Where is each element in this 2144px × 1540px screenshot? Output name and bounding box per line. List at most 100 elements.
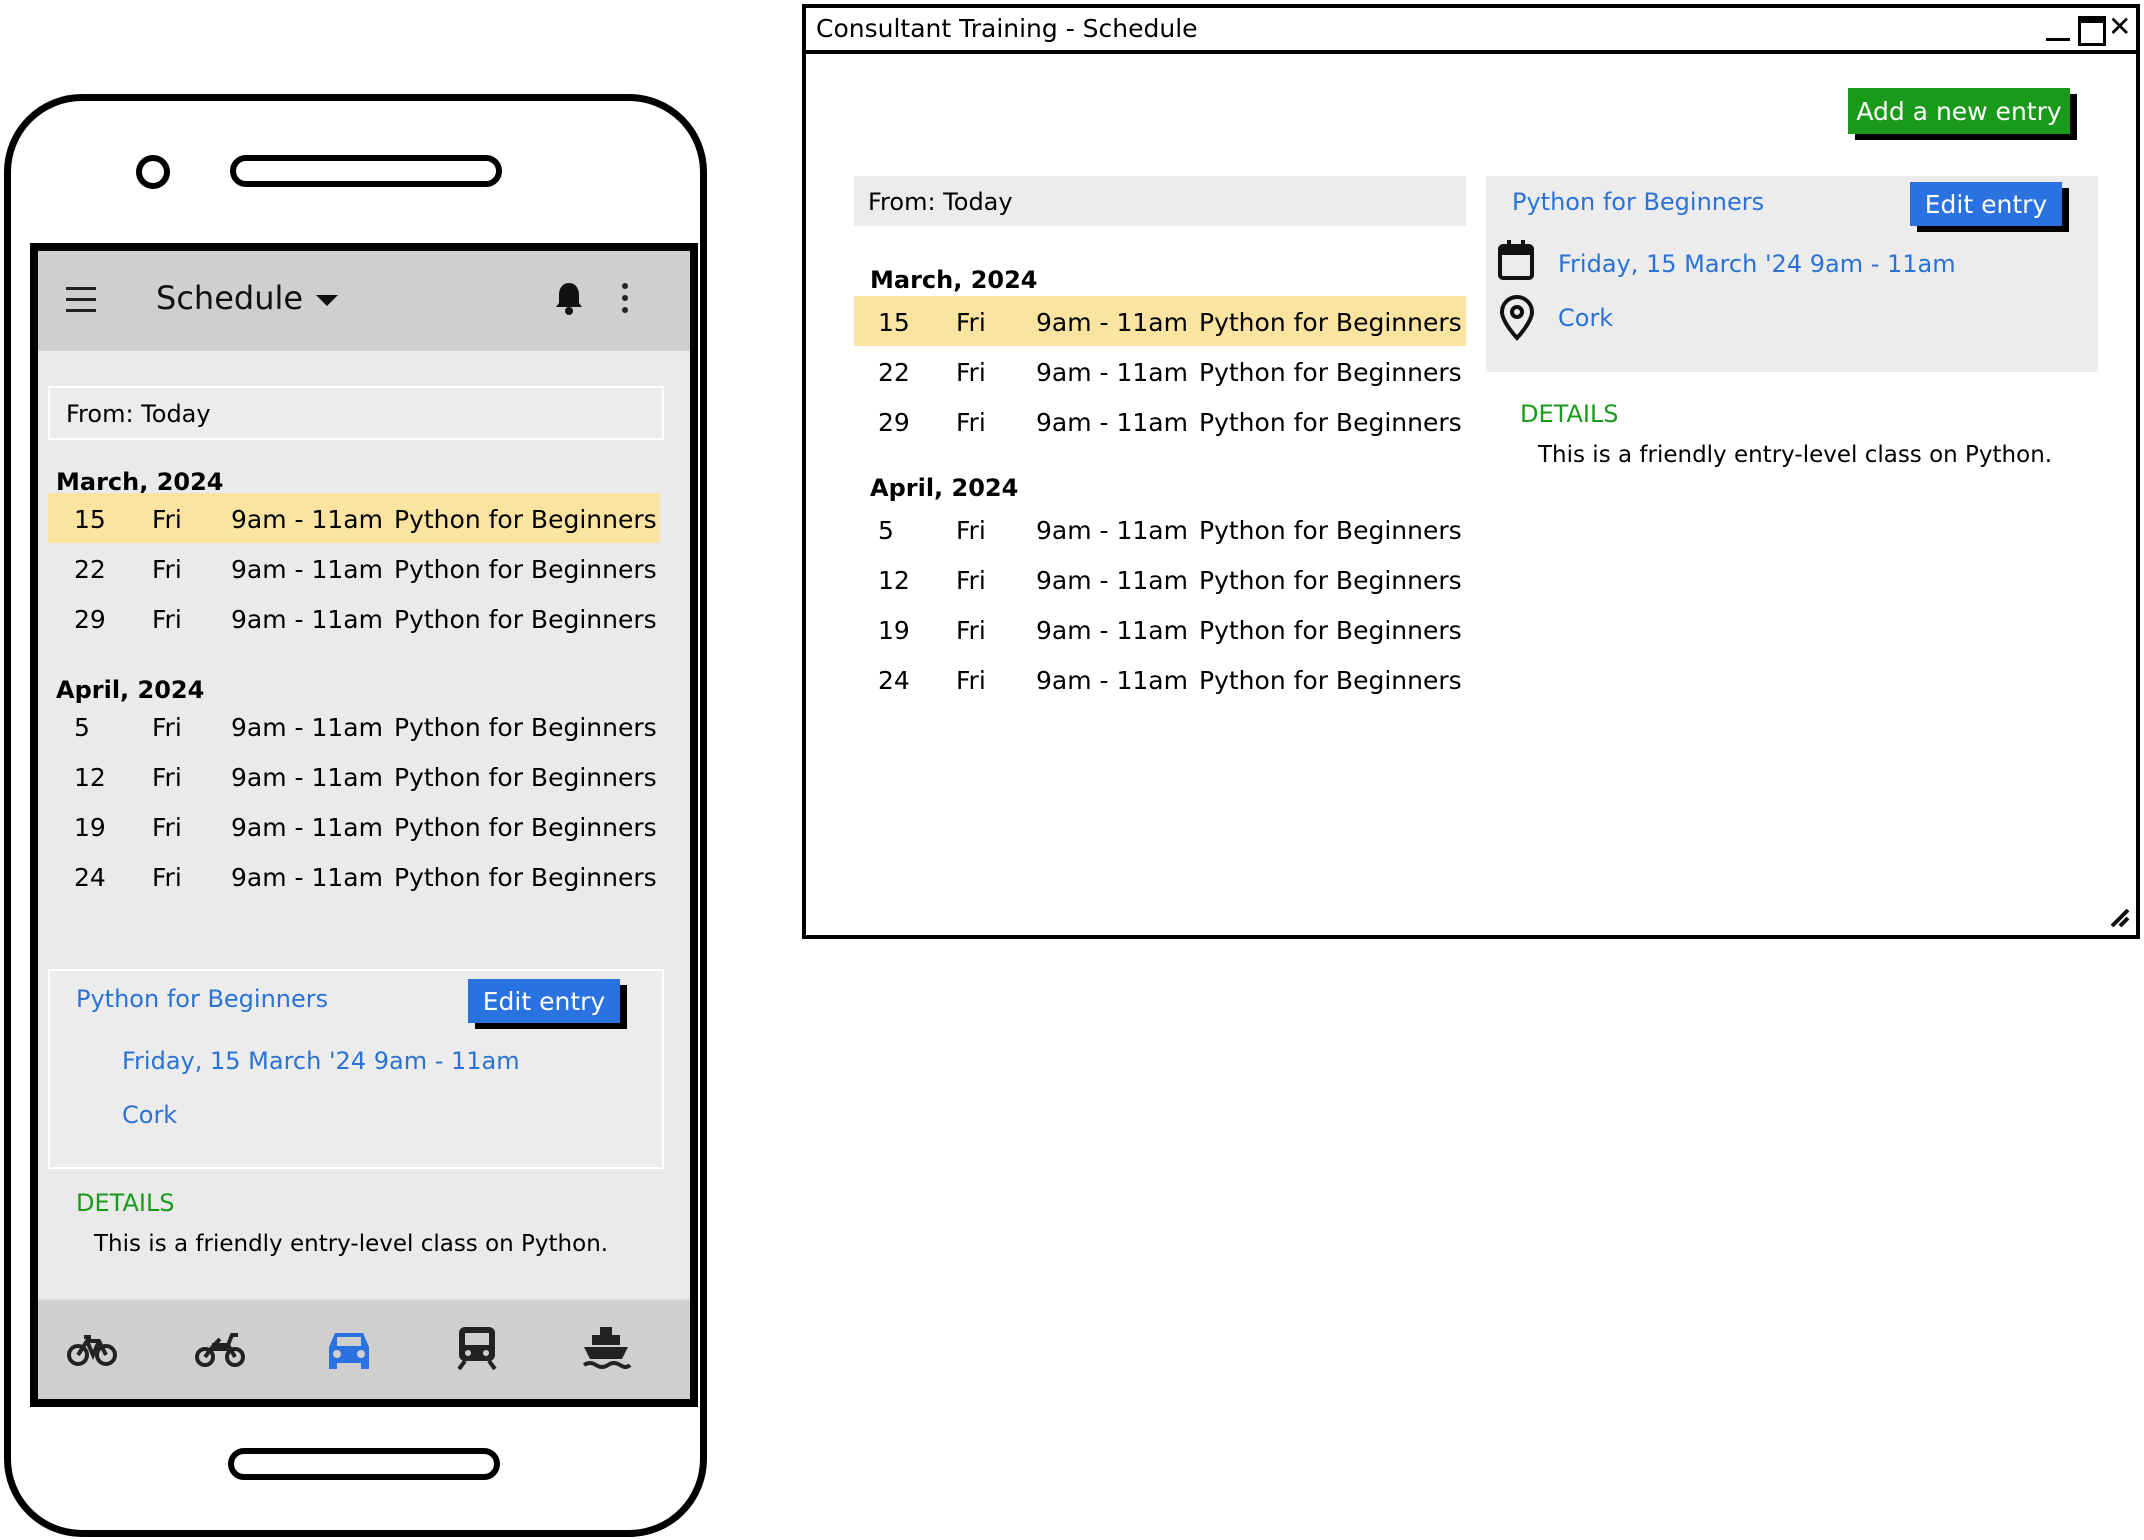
month-heading: March, 2024 <box>56 468 224 496</box>
course-cell: Python for Beginners <box>394 713 657 742</box>
table-row[interactable]: 15 Fri 9am - 11am Python for Beginners <box>854 296 1466 346</box>
desktop-window: Consultant Training - Schedule ✕ Add a n… <box>802 4 2140 939</box>
month-heading: April, 2024 <box>56 676 205 704</box>
entry-date[interactable]: Friday, 15 March '24 9am - 11am <box>1558 250 1956 278</box>
train-icon[interactable] <box>451 1325 503 1371</box>
table-row[interactable]: 29 Fri 9am - 11am Python for Beginners <box>854 396 1466 446</box>
table-row[interactable]: 19 Fri 9am - 11am Python for Beginners <box>854 604 1466 654</box>
course-cell: Python for Beginners <box>394 605 657 634</box>
day-cell: 5 <box>74 713 90 742</box>
details-heading: DETAILS <box>76 1189 175 1217</box>
table-row[interactable]: 24 Fri 9am - 11am Python for Beginners <box>854 654 1466 704</box>
course-cell: Python for Beginners <box>1199 666 1462 695</box>
entry-detail-card: Python for Beginners Edit entry Friday, … <box>1486 176 2098 372</box>
course-cell: Python for Beginners <box>394 863 657 892</box>
course-cell: Python for Beginners <box>394 555 657 584</box>
day-cell: 19 <box>878 616 910 645</box>
time-cell: 9am - 11am <box>1036 616 1188 645</box>
window-titlebar: Consultant Training - Schedule ✕ <box>806 8 2136 54</box>
table-row[interactable]: 15 Fri 9am - 11am Python for Beginners <box>48 493 660 543</box>
bell-icon[interactable] <box>554 281 584 315</box>
more-vert-icon[interactable] <box>622 283 630 315</box>
weekday-cell: Fri <box>956 516 986 545</box>
table-row[interactable]: 29 Fri 9am - 11am Python for Beginners <box>48 593 660 643</box>
motorcycle-icon[interactable] <box>194 1325 246 1371</box>
entry-date[interactable]: Friday, 15 March '24 9am - 11am <box>122 1047 520 1075</box>
day-cell: 5 <box>878 516 894 545</box>
time-cell: 9am - 11am <box>1036 566 1188 595</box>
window-title: Consultant Training - Schedule <box>816 14 1198 43</box>
table-row[interactable]: 12 Fri 9am - 11am Python for Beginners <box>48 751 660 801</box>
maximize-icon[interactable] <box>2078 16 2106 46</box>
weekday-cell: Fri <box>152 713 182 742</box>
day-cell: 15 <box>878 308 910 337</box>
course-cell: Python for Beginners <box>394 813 657 842</box>
close-icon[interactable]: ✕ <box>2108 10 2131 43</box>
home-button[interactable] <box>228 1448 500 1480</box>
entry-location[interactable]: Cork <box>1558 304 1613 332</box>
day-cell: 22 <box>74 555 106 584</box>
time-cell: 9am - 11am <box>1036 516 1188 545</box>
time-cell: 9am - 11am <box>231 763 383 792</box>
from-filter[interactable]: From: Today <box>48 386 664 440</box>
table-row[interactable]: 22 Fri 9am - 11am Python for Beginners <box>854 346 1466 396</box>
course-cell: Python for Beginners <box>1199 516 1462 545</box>
table-row[interactable]: 5 Fri 9am - 11am Python for Beginners <box>48 701 660 751</box>
month-heading: March, 2024 <box>870 266 1038 294</box>
details-text: This is a friendly entry-level class on … <box>94 1231 609 1257</box>
day-cell: 29 <box>74 605 106 634</box>
weekday-cell: Fri <box>152 863 182 892</box>
entry-title[interactable]: Python for Beginners <box>76 985 328 1013</box>
month-heading: April, 2024 <box>870 474 1019 502</box>
phone-screen: Schedule From: Today March, 2024 15 Fri … <box>30 243 698 1407</box>
table-row[interactable]: 5 Fri 9am - 11am Python for Beginners <box>854 504 1466 554</box>
entry-title[interactable]: Python for Beginners <box>1512 188 1764 216</box>
bottom-navigation <box>38 1301 690 1399</box>
details-heading: DETAILS <box>1520 400 1619 428</box>
hamburger-menu-icon[interactable] <box>66 287 96 315</box>
weekday-cell: Fri <box>152 763 182 792</box>
entry-location[interactable]: Cork <box>122 1101 177 1129</box>
from-label: From: Today <box>868 188 1013 216</box>
weekday-cell: Fri <box>152 813 182 842</box>
course-cell: Python for Beginners <box>1199 308 1462 337</box>
table-row[interactable]: 22 Fri 9am - 11am Python for Beginners <box>48 543 660 593</box>
time-cell: 9am - 11am <box>1036 308 1188 337</box>
table-row[interactable]: 12 Fri 9am - 11am Python for Beginners <box>854 554 1466 604</box>
time-cell: 9am - 11am <box>231 713 383 742</box>
from-filter[interactable]: From: Today <box>854 176 1466 226</box>
from-label: From: Today <box>66 400 211 428</box>
details-text: This is a friendly entry-level class on … <box>1538 442 2053 468</box>
table-row[interactable]: 24 Fri 9am - 11am Python for Beginners <box>48 851 660 901</box>
calendar-icon <box>1498 240 1534 280</box>
time-cell: 9am - 11am <box>231 813 383 842</box>
weekday-cell: Fri <box>956 308 986 337</box>
time-cell: 9am - 11am <box>1036 358 1188 387</box>
app-bar-title[interactable]: Schedule <box>156 279 303 317</box>
time-cell: 9am - 11am <box>231 605 383 634</box>
ship-icon[interactable] <box>580 1325 632 1371</box>
bicycle-icon[interactable] <box>66 1325 118 1371</box>
day-cell: 12 <box>878 566 910 595</box>
chevron-down-icon[interactable] <box>316 295 338 306</box>
weekday-cell: Fri <box>956 358 986 387</box>
day-cell: 29 <box>878 408 910 437</box>
time-cell: 9am - 11am <box>1036 408 1188 437</box>
edit-entry-button[interactable]: Edit entry <box>468 979 620 1023</box>
table-row[interactable]: 19 Fri 9am - 11am Python for Beginners <box>48 801 660 851</box>
weekday-cell: Fri <box>152 555 182 584</box>
course-cell: Python for Beginners <box>1199 616 1462 645</box>
car-icon[interactable] <box>323 1325 375 1371</box>
weekday-cell: Fri <box>956 408 986 437</box>
app-bar: Schedule <box>38 251 690 351</box>
weekday-cell: Fri <box>956 616 986 645</box>
minimize-icon[interactable] <box>2046 20 2070 41</box>
resize-handle-icon[interactable] <box>2108 906 2130 928</box>
schedule-list: From: Today March, 2024 15 Fri 9am - 11a… <box>38 351 690 1299</box>
add-entry-button[interactable]: Add a new entry <box>1848 88 2070 134</box>
course-cell: Python for Beginners <box>1199 358 1462 387</box>
time-cell: 9am - 11am <box>1036 666 1188 695</box>
entry-detail-card: Python for Beginners Edit entry Friday, … <box>48 969 664 1169</box>
edit-entry-button[interactable]: Edit entry <box>1910 182 2062 226</box>
weekday-cell: Fri <box>152 505 182 534</box>
